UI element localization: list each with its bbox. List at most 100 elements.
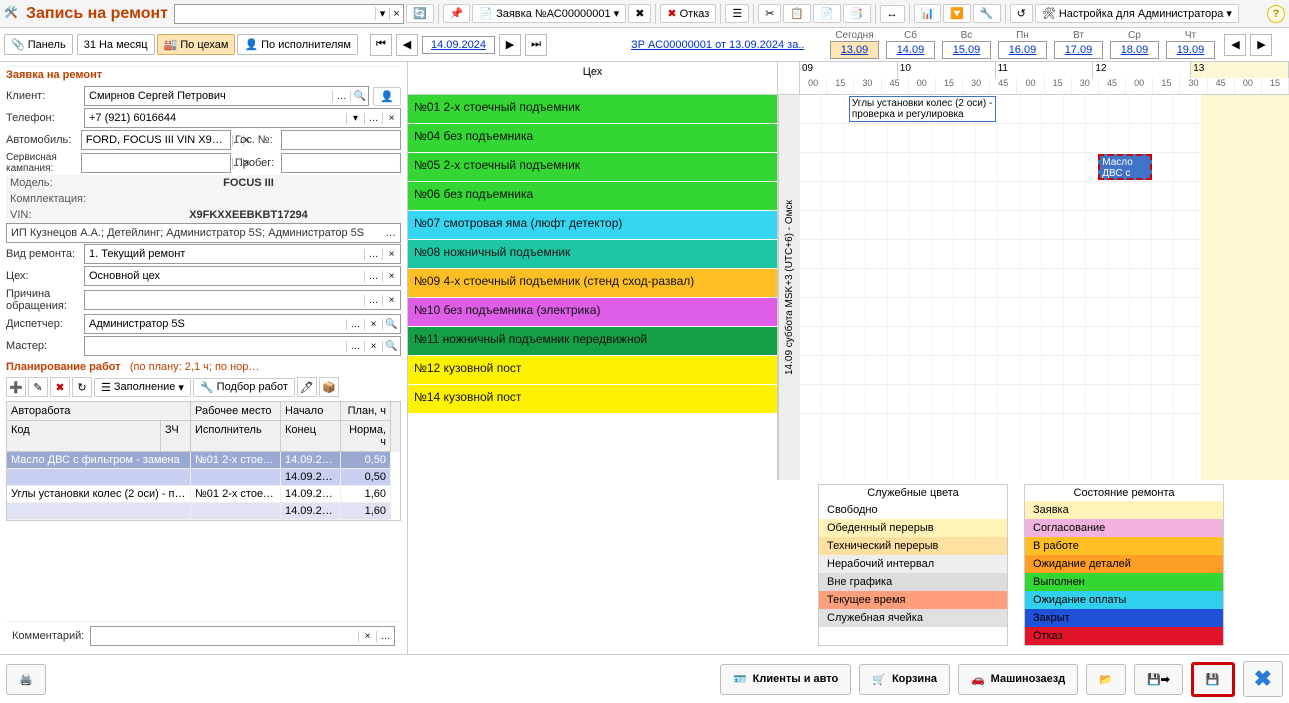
appointment[interactable]: Масло ДВС с bbox=[1098, 154, 1152, 180]
phone-field[interactable]: ▾…× bbox=[84, 108, 401, 128]
assignees-field[interactable]: ИП Кузнецов А.А.; Детейлинг; Администрат… bbox=[6, 223, 401, 243]
refresh-rows-button[interactable]: ↻ bbox=[72, 377, 92, 397]
delete-row-button[interactable]: ✖ bbox=[50, 377, 70, 397]
legend-item: Технический перерыв bbox=[819, 537, 1007, 555]
close-button[interactable]: ✖ bbox=[1243, 661, 1283, 697]
workshop-row[interactable]: №05 2-х стоечный подъемник bbox=[408, 153, 777, 182]
paste-special-button[interactable]: 📑 bbox=[843, 4, 871, 23]
mode-workshops[interactable]: 🏭По цехам bbox=[157, 34, 236, 55]
client-field[interactable]: …🔍 bbox=[84, 86, 369, 106]
mode-month[interactable]: 31На месяц bbox=[77, 34, 155, 55]
table-row[interactable]: Углы установки колес (2 оси) - пр…№01 2-… bbox=[7, 486, 400, 503]
plan-extra1-button[interactable]: 🖊 bbox=[297, 377, 317, 397]
refresh-button[interactable]: 🔄 bbox=[406, 4, 434, 23]
filter-button[interactable]: 🔽 bbox=[943, 4, 971, 23]
weekday-13.09[interactable]: 13.09 bbox=[830, 41, 880, 59]
form-panel: Заявка на ремонт Клиент: …🔍 👤 Телефон: ▾… bbox=[0, 62, 408, 654]
filter-edit-button[interactable]: 🔧 bbox=[973, 4, 1001, 23]
weekday-15.09[interactable]: 15.09 bbox=[942, 41, 992, 59]
drivein-button[interactable]: 🚗Машинозаезд bbox=[958, 664, 1078, 695]
dispatcher-field[interactable]: …×🔍 bbox=[84, 314, 401, 334]
master-field[interactable]: …×🔍 bbox=[84, 336, 401, 356]
client-card-button[interactable]: 👤 bbox=[373, 87, 401, 106]
service-campaign-field[interactable]: …× bbox=[81, 153, 231, 173]
workshop-row[interactable]: №07 смотровая яма (люфт детектор) bbox=[408, 211, 777, 240]
list-button[interactable]: ☰ bbox=[725, 4, 749, 23]
undo-button[interactable]: ↺ bbox=[1010, 4, 1033, 23]
admin-settings-button[interactable]: 🛠Настройка для Администратора▾ bbox=[1035, 4, 1239, 23]
width-button[interactable]: ↔ bbox=[880, 5, 905, 23]
weekdays-prev[interactable]: ◀ bbox=[1224, 34, 1246, 56]
workshop-row[interactable]: №01 2-х стоечный подъемник bbox=[408, 95, 777, 124]
reason-field[interactable]: …× bbox=[84, 290, 401, 310]
legend-item: Свободно bbox=[819, 501, 1007, 519]
workshop-row[interactable]: №10 без подъемника (электрика) bbox=[408, 298, 777, 327]
legend-item: Заявка bbox=[1025, 501, 1223, 519]
view-toolbar: 📎Панель 31На месяц 🏭По цехам 👤По исполни… bbox=[0, 28, 1289, 62]
weekdays-next[interactable]: ▶ bbox=[1250, 34, 1272, 56]
table-row[interactable]: 14.09.20…1,60 bbox=[7, 503, 400, 520]
repair-type-field[interactable]: …× bbox=[84, 244, 401, 264]
chart-button[interactable]: 📊 bbox=[914, 4, 942, 23]
bottom-toolbar: 🖨️ 🪪Клиенты и авто 🛒Корзина 🚗Машинозаезд… bbox=[0, 654, 1289, 703]
weekday-16.09[interactable]: 16.09 bbox=[998, 41, 1048, 59]
plan-grid[interactable]: Авторабота Рабочее место Начало План, ч … bbox=[6, 401, 401, 521]
pick-work-button[interactable]: 🔧Подбор работ bbox=[193, 378, 295, 397]
copy-button[interactable]: 📋 bbox=[783, 4, 811, 23]
request-combo[interactable]: 📄Заявка №АС00000001▾ bbox=[472, 4, 626, 23]
appointment[interactable]: Углы установки колес (2 оси) - проверка … bbox=[849, 96, 996, 122]
panel-button[interactable]: 📎Панель bbox=[4, 34, 73, 55]
timeline-canvas[interactable]: Углы установки колес (2 оси) - проверка … bbox=[800, 95, 1289, 480]
timeline-col-title: Цех bbox=[408, 62, 778, 94]
print-button[interactable]: 🖨️ bbox=[6, 664, 46, 695]
workshop-row[interactable]: №08 ножничный подъемник bbox=[408, 240, 777, 269]
workshop-row[interactable]: №11 ножничный подъемник передвижной bbox=[408, 327, 777, 356]
request-link[interactable]: ЗР АС00000001 от 13.09.2024 за.. bbox=[631, 39, 804, 51]
legend-item: Выполнен bbox=[1025, 573, 1223, 591]
save-and-next-button[interactable]: 💾➡ bbox=[1134, 664, 1183, 695]
save-button[interactable]: 💾 bbox=[1191, 662, 1235, 697]
gosnum-field[interactable] bbox=[281, 130, 401, 150]
auto-field[interactable]: …× bbox=[81, 130, 231, 150]
prev-week-button[interactable]: ⏮ bbox=[370, 34, 392, 56]
pin-button[interactable]: 📌 bbox=[443, 4, 471, 23]
workshop-row[interactable]: №06 без подъемника bbox=[408, 182, 777, 211]
edit-row-button[interactable]: ✎ bbox=[28, 377, 48, 397]
prev-day-button[interactable]: ◀ bbox=[396, 34, 418, 56]
add-row-button[interactable]: ➕ bbox=[6, 377, 26, 397]
mode-performers[interactable]: 👤По исполнителям bbox=[237, 34, 358, 55]
workshop-row[interactable]: №04 без подъемника bbox=[408, 124, 777, 153]
current-date[interactable]: 14.09.2024 bbox=[422, 36, 495, 54]
delete-request-button[interactable]: ✖ bbox=[628, 4, 651, 23]
weekday-14.09[interactable]: 14.09 bbox=[886, 41, 936, 59]
paste-button[interactable]: 📄 bbox=[813, 4, 841, 23]
table-row[interactable]: Масло ДВС с фильтром - замена№01 2-х сто… bbox=[7, 452, 400, 469]
workshop-row[interactable]: №14 кузовной пост bbox=[408, 385, 777, 414]
fill-button[interactable]: ☰Заполнение▾ bbox=[94, 378, 191, 397]
table-row[interactable]: 14.09.20…0,50 bbox=[7, 469, 400, 486]
workshop-field[interactable]: …× bbox=[84, 266, 401, 286]
workshop-row[interactable]: №09 4-х стоечный подъемник (стенд сход-р… bbox=[408, 269, 777, 298]
comment-field[interactable]: ×… bbox=[90, 626, 395, 646]
next-week-button[interactable]: ⏭ bbox=[525, 34, 547, 56]
legend-item: Ожидание оплаты bbox=[1025, 591, 1223, 609]
clients-button[interactable]: 🪪Клиенты и авто bbox=[720, 664, 851, 695]
weekday-17.09[interactable]: 17.09 bbox=[1054, 41, 1104, 59]
mileage-field[interactable] bbox=[281, 153, 401, 173]
folder-button[interactable]: 📂 bbox=[1086, 664, 1126, 695]
weekday-18.09[interactable]: 18.09 bbox=[1110, 41, 1160, 59]
plan-extra2-button[interactable]: 📦 bbox=[319, 377, 339, 397]
weekday-picker: Сегодня13.09Сб14.09Вс15.09Пн16.09Вт17.09… bbox=[828, 30, 1216, 59]
main-toolbar: 🛠️ Запись на ремонт ▾× 🔄 📌 📄Заявка №АС00… bbox=[0, 0, 1289, 28]
search-combo[interactable]: ▾× bbox=[174, 4, 404, 24]
workshop-row[interactable]: №12 кузовной пост bbox=[408, 356, 777, 385]
cart-button[interactable]: 🛒Корзина bbox=[859, 664, 950, 695]
legend-repair-status: Состояние ремонта ЗаявкаСогласованиеВ ра… bbox=[1024, 484, 1224, 646]
cut-button[interactable]: ✂ bbox=[758, 4, 781, 23]
plan-subtitle: (по плану: 2,1 ч; по нор… bbox=[130, 361, 260, 373]
timeline-date-vertical: 14.09 суббота MSK+3 (UTC+6) - Омск bbox=[778, 95, 800, 480]
next-day-button[interactable]: ▶ bbox=[499, 34, 521, 56]
help-button[interactable]: ? bbox=[1267, 5, 1285, 23]
refuse-button[interactable]: ✖Отказ bbox=[660, 4, 716, 23]
weekday-19.09[interactable]: 19.09 bbox=[1166, 41, 1216, 59]
